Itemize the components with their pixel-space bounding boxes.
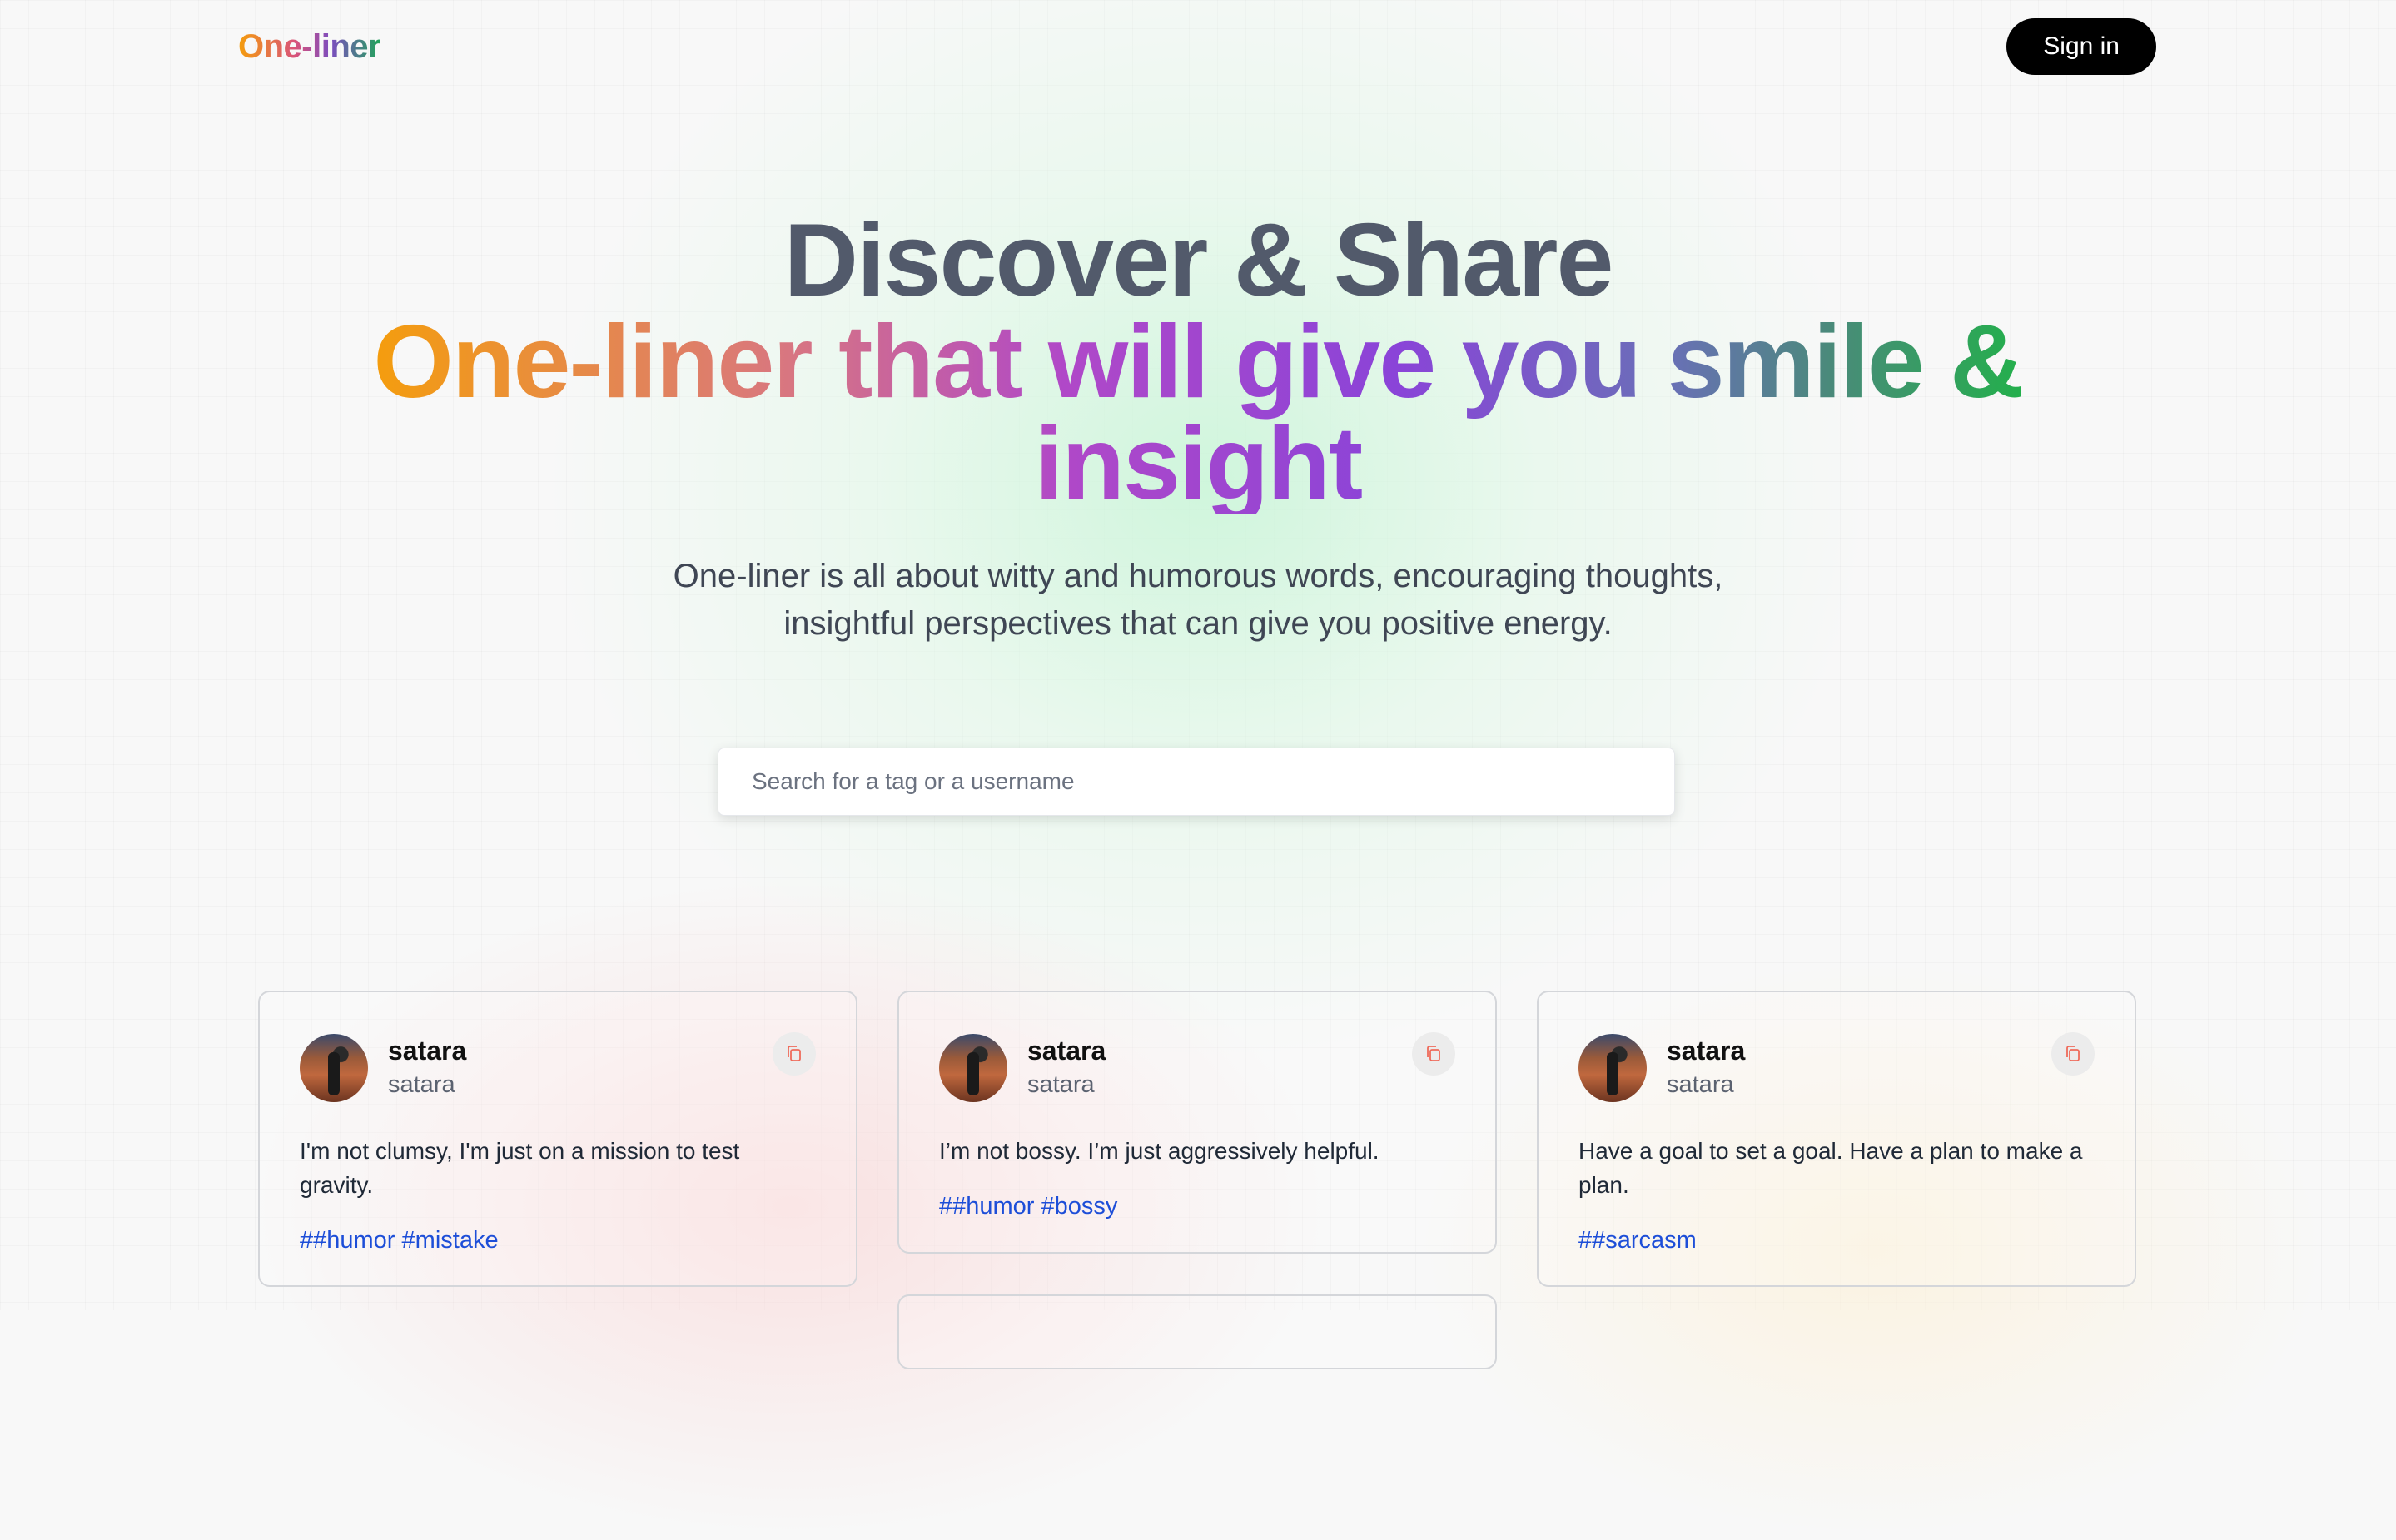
post-tags: ##humor #mistake — [300, 1227, 816, 1254]
avatar[interactable] — [1578, 1034, 1647, 1102]
hero-description: One-liner is all about witty and humorou… — [673, 558, 1723, 642]
post-card: satara satara I'm not clumsy, I'm just o… — [258, 991, 857, 1287]
post-tags: ##sarcasm — [1578, 1227, 2095, 1254]
user-info: satara satara — [1027, 1034, 1412, 1102]
sign-in-button[interactable]: Sign in — [2006, 18, 2156, 75]
search-bar — [718, 748, 1675, 816]
user-handle: satara — [1667, 1071, 1734, 1098]
post-card — [897, 1294, 1497, 1369]
post-tags: ##humor #bossy — [939, 1193, 1455, 1220]
tag-link[interactable]: ##humor — [939, 1193, 1034, 1220]
post-header: satara satara — [939, 1032, 1455, 1102]
top-nav: One-liner Sign in — [238, 18, 2156, 75]
user-info: satara satara — [388, 1034, 773, 1102]
post-header: satara satara — [300, 1032, 816, 1102]
copy-icon — [1427, 1046, 1440, 1061]
post-card: satara satara I’m not bossy. I’m just ag… — [897, 991, 1497, 1254]
copy-button[interactable] — [2051, 1032, 2095, 1076]
copy-button[interactable] — [773, 1032, 816, 1076]
copy-icon — [788, 1046, 801, 1061]
user-info: satara satara — [1667, 1034, 2051, 1102]
tag-link[interactable]: ##humor — [300, 1227, 395, 1254]
search-input[interactable] — [718, 748, 1675, 816]
post-quote: I'm not clumsy, I'm just on a mission to… — [300, 1138, 740, 1198]
username[interactable]: satara — [1027, 1034, 1412, 1067]
copy-icon — [2066, 1046, 2080, 1061]
avatar[interactable] — [300, 1034, 368, 1102]
post-card: satara satara Have a goal to set a goal.… — [1537, 991, 2136, 1287]
hero: Discover & Share One-liner that will giv… — [0, 203, 2396, 648]
hero-subtitle-gradient: One-liner that will give you smile & ins… — [365, 310, 2031, 515]
post-quote: I’m not bossy. I’m just aggressively hel… — [939, 1138, 1379, 1164]
tag-link[interactable]: #mistake — [402, 1227, 499, 1254]
user-handle: satara — [388, 1071, 455, 1098]
tag-link[interactable]: ##sarcasm — [1578, 1227, 1697, 1254]
tag-link[interactable]: #bossy — [1041, 1193, 1118, 1220]
username[interactable]: satara — [1667, 1034, 2051, 1067]
logo[interactable]: One-liner — [238, 28, 381, 66]
hero-title: Discover & Share — [783, 203, 1614, 318]
post-header: satara satara — [1578, 1032, 2095, 1102]
user-handle: satara — [1027, 1071, 1095, 1098]
username[interactable]: satara — [388, 1034, 773, 1067]
copy-button[interactable] — [1412, 1032, 1455, 1076]
avatar[interactable] — [939, 1034, 1007, 1102]
post-quote: Have a goal to set a goal. Have a plan t… — [1578, 1138, 2083, 1198]
